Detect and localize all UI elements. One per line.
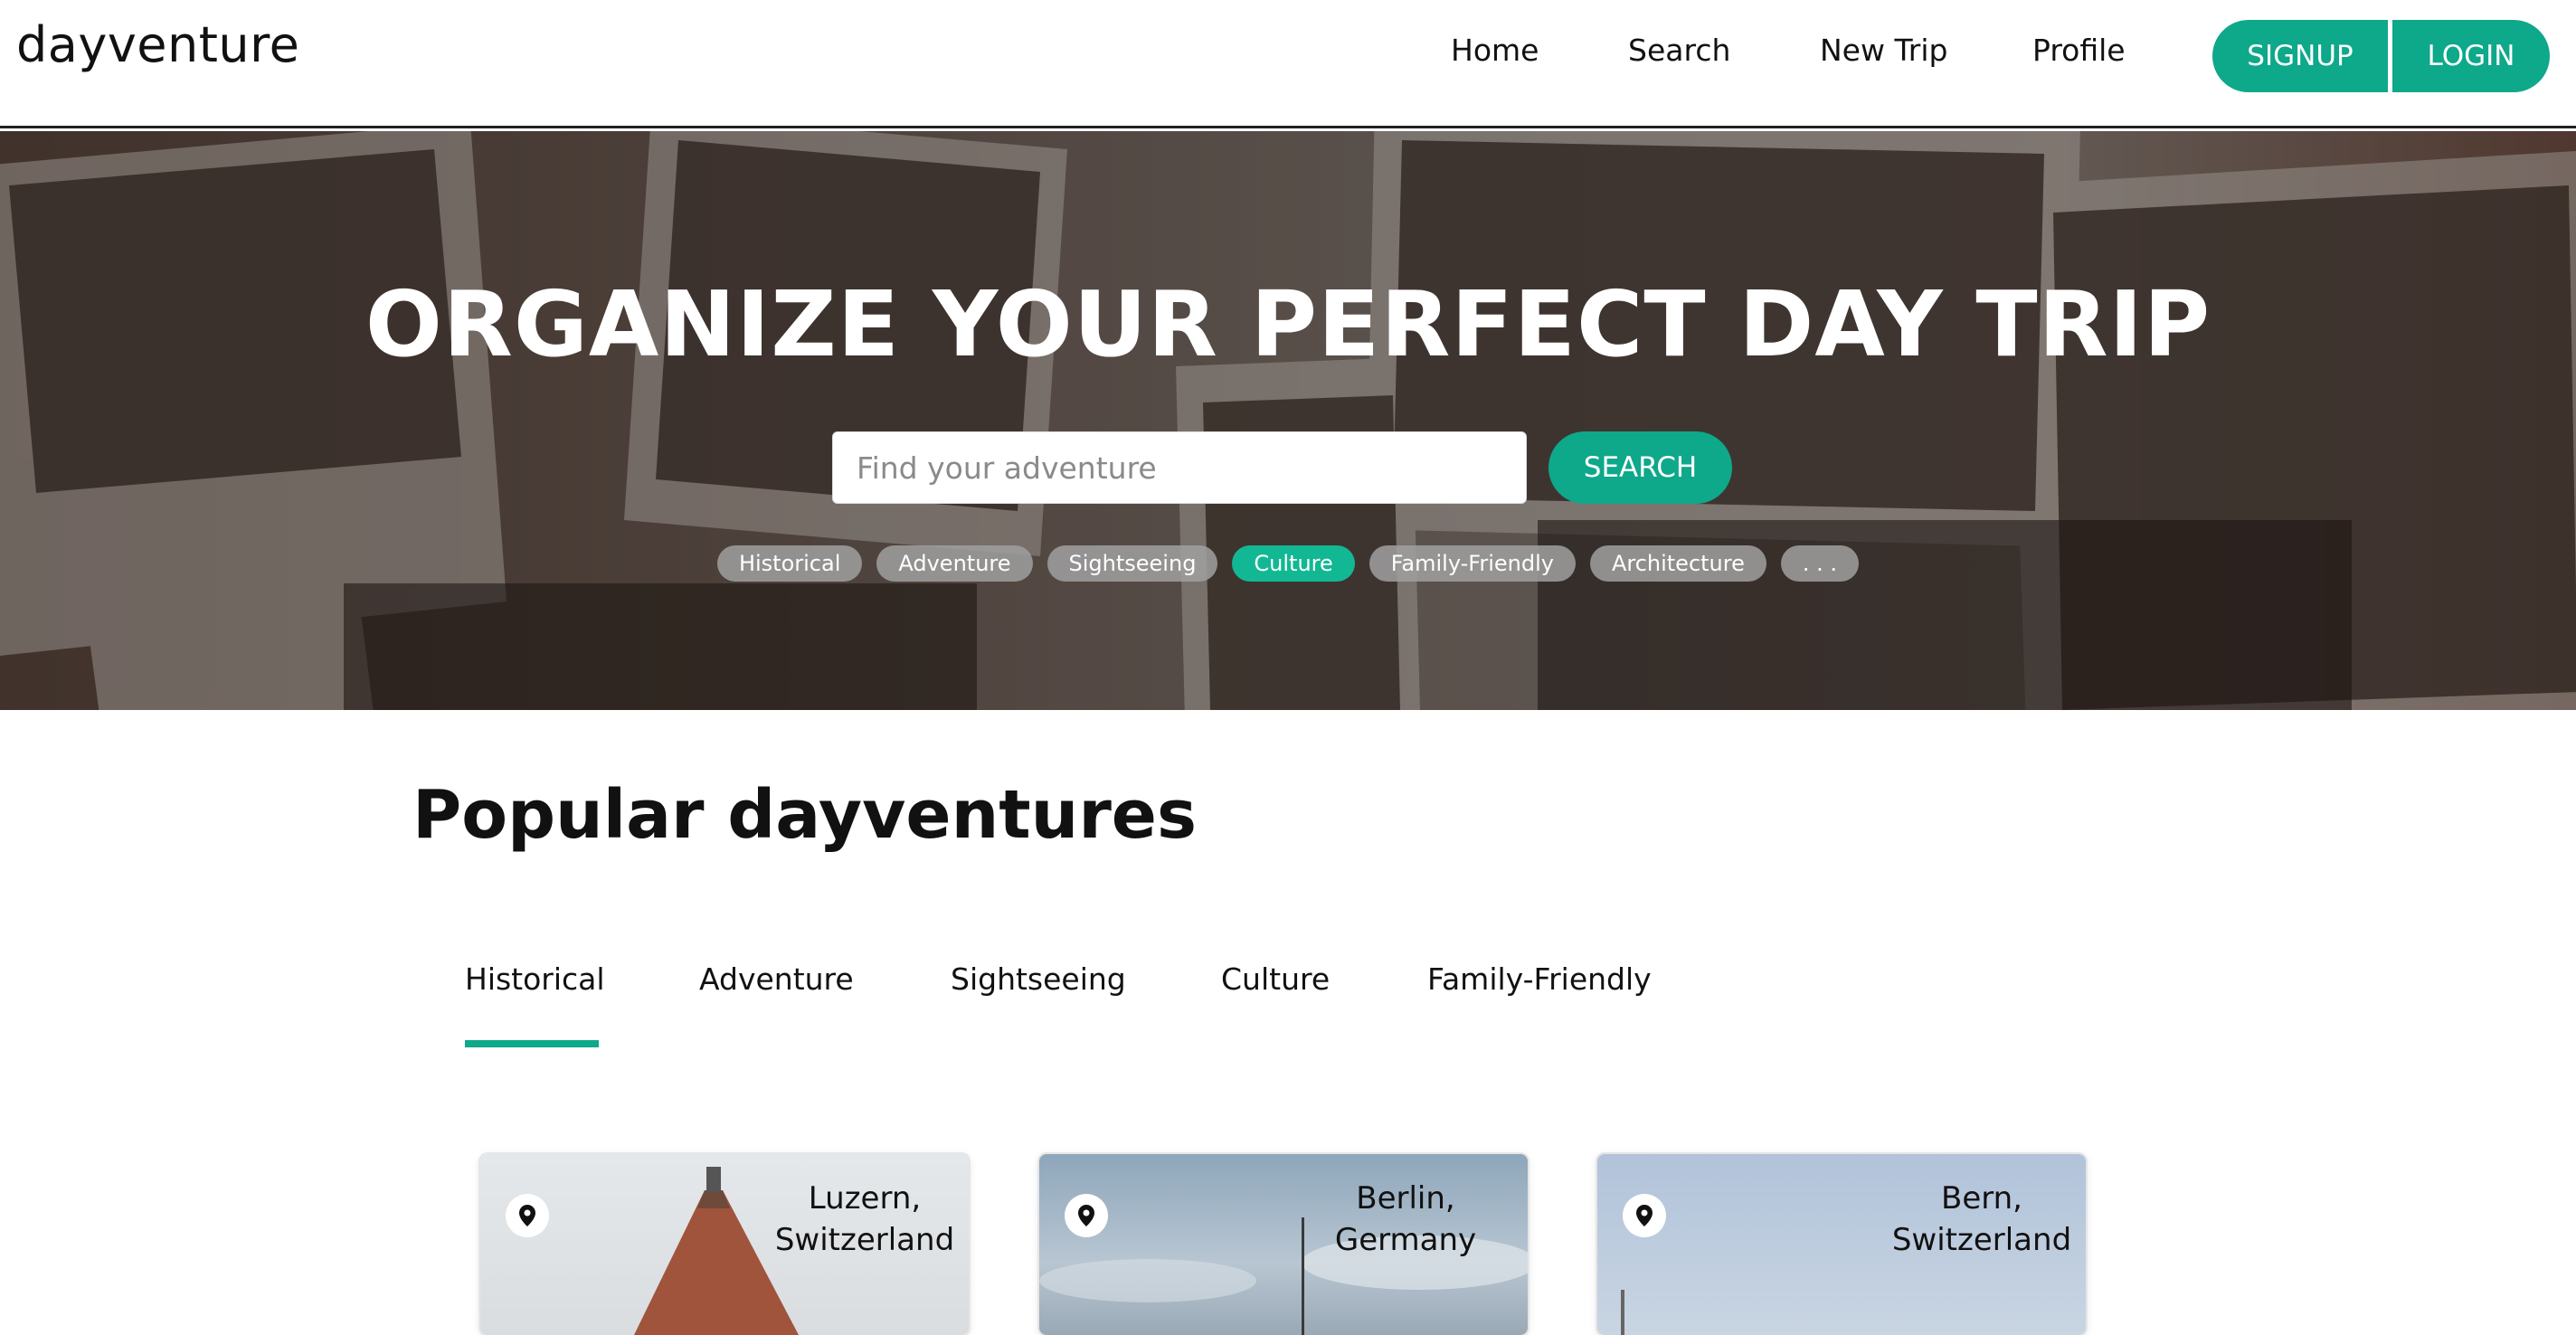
tab-family-friendly[interactable]: Family-Friendly — [1427, 961, 1652, 997]
category-chips: Historical Adventure Sightseeing Culture… — [0, 545, 2576, 582]
card-location-line2: Switzerland — [774, 1222, 955, 1258]
tab-adventure[interactable]: Adventure — [699, 961, 854, 997]
nav-link-profile[interactable]: Profile — [2032, 33, 2126, 68]
card-location-berlin: Berlin, Germany — [1283, 1178, 1528, 1261]
card-location-bern: Bern, Switzerland — [1878, 1178, 2086, 1261]
nav-link-home[interactable]: Home — [1451, 33, 1539, 68]
hero-title: ORGANIZE YOUR PERFECT DAY TRIP — [365, 271, 2211, 377]
chip-historical[interactable]: Historical — [716, 545, 863, 582]
card-location-line1: Luzern, — [808, 1180, 922, 1217]
hero-search-button[interactable]: SEARCH — [1548, 431, 1732, 504]
hero-background-photo-collage — [0, 131, 2576, 710]
login-button[interactable]: LOGIN — [2392, 20, 2550, 92]
tab-sightseeing[interactable]: Sightseeing — [951, 961, 1126, 997]
hero-banner: ORGANIZE YOUR PERFECT DAY TRIP SEARCH Hi… — [0, 131, 2576, 710]
section-title-popular: Popular dayventures — [412, 776, 1198, 854]
card-location-line2: Switzerland — [1891, 1222, 2072, 1258]
tab-culture[interactable]: Culture — [1221, 961, 1330, 997]
chip-architecture[interactable]: Architecture — [1589, 545, 1766, 582]
trip-card-luzern[interactable]: Luzern, Switzerland — [480, 1154, 969, 1335]
chip-adventure[interactable]: Adventure — [876, 545, 1033, 582]
card-location-line1: Bern, — [1941, 1180, 2022, 1217]
nav-link-search[interactable]: Search — [1628, 33, 1730, 68]
trip-card-bern[interactable]: Bern, Switzerland — [1597, 1154, 2086, 1335]
hero-search-input[interactable] — [832, 431, 1527, 504]
chip-sightseeing[interactable]: Sightseeing — [1046, 545, 1218, 582]
trip-card-berlin[interactable]: Berlin, Germany — [1039, 1154, 1528, 1335]
app-logo[interactable]: dayventure — [16, 16, 299, 73]
map-pin-icon — [506, 1194, 549, 1237]
nav-link-new-trip[interactable]: New Trip — [1820, 33, 1947, 68]
card-location-line1: Berlin, Germany — [1334, 1180, 1477, 1258]
top-navbar: dayventure Home Search New Trip Profile … — [0, 0, 2576, 128]
map-pin-icon — [1065, 1194, 1108, 1237]
chip-more[interactable]: . . . — [1780, 545, 1860, 582]
active-tab-indicator — [465, 1040, 599, 1047]
tab-historical[interactable]: Historical — [465, 961, 605, 997]
card-location-luzern: Luzern, Switzerland — [761, 1178, 969, 1261]
chip-family-friendly[interactable]: Family-Friendly — [1368, 545, 1576, 582]
map-pin-icon — [1623, 1194, 1666, 1237]
chip-culture[interactable]: Culture — [1232, 545, 1355, 582]
signup-button[interactable]: SIGNUP — [2212, 20, 2388, 92]
